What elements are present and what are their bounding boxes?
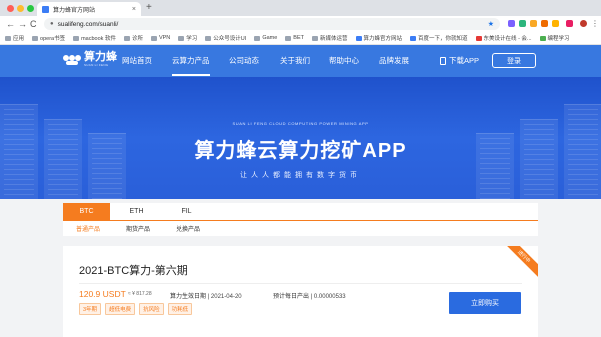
folder-icon <box>205 35 212 41</box>
product-price-cny: ≈ ¥ 817.28 <box>128 291 152 297</box>
close-window-icon[interactable] <box>7 5 14 12</box>
folder-icon <box>123 35 130 41</box>
extension-icon[interactable] <box>508 20 515 27</box>
nav-home[interactable]: 网站首页 <box>122 55 152 66</box>
nav-about[interactable]: 关于我们 <box>280 55 310 66</box>
nav-news[interactable]: 公司动态 <box>229 55 259 66</box>
reload-button[interactable]: C <box>30 18 37 30</box>
product-price: 120.9 USDT <box>79 289 126 299</box>
extension-icon[interactable] <box>566 20 573 27</box>
folder-icon <box>32 35 39 41</box>
close-tab-icon[interactable]: × <box>132 6 136 13</box>
bookmark-item[interactable]: 公众号设计UI <box>205 34 246 42</box>
extension-icon[interactable] <box>552 20 559 27</box>
status-ribbon: 进行中 <box>501 246 538 280</box>
bee-favicon-icon <box>42 5 49 13</box>
tag: 抗风险 <box>139 303 164 315</box>
subtab-futures[interactable]: 期货产品 <box>126 224 150 233</box>
bookmark-item[interactable]: 百度一下，你就知道 <box>410 34 468 42</box>
lock-icon: ● <box>50 21 54 27</box>
tag: 功耗低 <box>167 303 193 315</box>
folder-icon <box>178 35 185 41</box>
bookmark-item[interactable]: 诊所 <box>123 34 143 42</box>
bookmark-item[interactable]: VPN <box>150 35 170 41</box>
extension-icon[interactable] <box>541 20 548 27</box>
hero-title: 算力蜂云算力挖矿APP <box>194 140 407 162</box>
product-tags: 3年期 超低电费 抗风险 功耗低 <box>79 303 193 315</box>
maximize-window-icon[interactable] <box>27 5 34 12</box>
login-button[interactable]: 登录 <box>492 53 536 68</box>
logo-english-name: SUAN LI FENG <box>84 63 109 67</box>
more-menu-icon[interactable]: ⋮ <box>591 18 599 30</box>
start-date: 算力生效日期 | 2021-04-20 <box>170 294 242 300</box>
browser-tab-title: 算力蜂官方网站 <box>53 7 96 14</box>
bookmark-item[interactable]: 新媒体运营 <box>312 34 348 42</box>
apps-icon <box>5 35 11 41</box>
browser-toolbar: ← → C ● sualifeng.com/suanli/ ★ ⋮ <box>0 16 601 32</box>
url-text[interactable]: sualifeng.com/suanli/ <box>58 21 488 28</box>
product-card[interactable]: 进行中 2021-BTC算力-第六期 120.9 USDT ≈ ¥ 817.28… <box>63 246 538 337</box>
bookmarks-bar: 应用 opera书签 macbook 软件 诊所 VPN 学习 公众号设计UI … <box>0 32 601 45</box>
buy-now-button[interactable]: 立即购买 <box>449 292 521 314</box>
bookmark-item[interactable]: 应用 <box>5 34 24 42</box>
site-header: 算力蜂 SUAN LI FENG 网站首页 云算力产品 公司动态 关于我们 帮助… <box>0 45 601 77</box>
hero-subtitle: SUAN LI FENG CLOUD COMPUTING POWER MININ… <box>232 121 369 126</box>
hero-banner: SUAN LI FENG CLOUD COMPUTING POWER MININ… <box>0 77 601 199</box>
browser-tab-bar: 算力蜂官方网站 × + <box>0 0 601 16</box>
subtab-regular[interactable]: 普通产品 <box>76 224 100 233</box>
baidu-paw-icon <box>410 35 417 41</box>
forward-button[interactable]: → <box>18 18 27 30</box>
code-favicon-icon <box>539 35 546 41</box>
tag: 超低电费 <box>105 303 136 315</box>
folder-icon <box>150 35 157 41</box>
bookmark-item[interactable]: 编程学习 <box>539 34 570 42</box>
tab-fil[interactable]: FIL <box>163 203 210 220</box>
site-logo[interactable]: 算力蜂 SUAN LI FENG <box>63 51 117 67</box>
bookmark-item[interactable]: BET <box>285 35 304 41</box>
bookmark-star-icon[interactable]: ★ <box>488 20 494 28</box>
back-button[interactable]: ← <box>6 18 15 30</box>
logo-name: 算力蜂 <box>84 51 117 63</box>
bookmark-item[interactable]: 算力蜂官方网站 <box>355 34 402 42</box>
product-name[interactable]: 2021-BTC算力-第六期 <box>79 262 188 278</box>
bookmark-item[interactable]: 学习 <box>178 34 197 42</box>
tabs-divider <box>63 220 538 221</box>
folder-icon <box>312 35 318 41</box>
new-tab-button[interactable]: + <box>146 3 152 13</box>
site-favicon-icon <box>475 35 482 41</box>
tag: 3年期 <box>79 303 102 315</box>
subtab-exchange[interactable]: 兑换产品 <box>176 224 200 233</box>
minimize-window-icon[interactable] <box>17 5 24 12</box>
tab-eth[interactable]: ETH <box>113 203 160 220</box>
tab-btc[interactable]: BTC <box>63 203 110 220</box>
product-tabs-panel: BTC ETH FIL 普通产品 期货产品 兑换产品 <box>63 203 538 236</box>
extension-icon[interactable] <box>530 20 537 27</box>
card-divider <box>79 283 522 284</box>
bookmark-item[interactable]: Game <box>254 35 277 41</box>
address-bar[interactable]: ● sualifeng.com/suanli/ ★ <box>44 18 500 30</box>
extension-icon[interactable] <box>519 20 526 27</box>
bookmark-item[interactable]: macbook 软件 <box>73 34 116 42</box>
hero-slogan: 让人人都能拥有数字货币 <box>240 172 361 179</box>
folder-icon <box>73 35 80 41</box>
bee-logo-icon <box>63 52 81 66</box>
profile-avatar-icon[interactable] <box>580 20 587 27</box>
download-label: 下载APP <box>449 56 480 65</box>
bee-favicon-icon <box>355 35 362 41</box>
bookmark-item[interactable]: 东美设计在线 - 会... <box>475 34 532 42</box>
phone-icon <box>440 56 446 65</box>
nav-brand[interactable]: 品牌发展 <box>379 55 409 66</box>
download-app-link[interactable]: 下载APP <box>440 55 479 66</box>
folder-icon <box>254 35 261 41</box>
nav-help[interactable]: 帮助中心 <box>329 55 359 66</box>
daily-output: 预计每日产出 | 0.00000533 <box>273 294 346 300</box>
bookmark-item[interactable]: opera书签 <box>32 34 65 42</box>
nav-cloud-products[interactable]: 云算力产品 <box>172 55 210 76</box>
browser-tab[interactable]: 算力蜂官方网站 × <box>37 2 141 16</box>
folder-icon <box>285 35 292 41</box>
